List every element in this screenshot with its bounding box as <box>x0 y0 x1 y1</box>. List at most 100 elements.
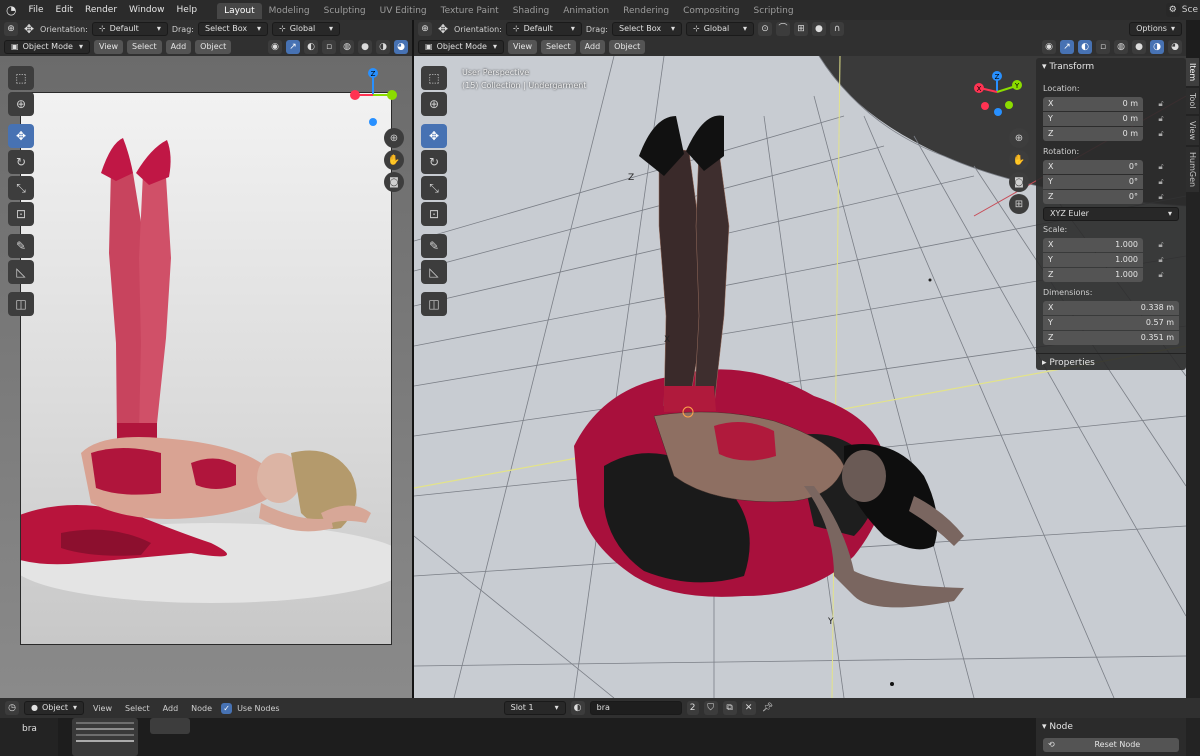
gizmo-toggle-icon[interactable]: ↗ <box>1060 40 1074 54</box>
select-menu[interactable]: Select <box>126 40 162 54</box>
transform-orientation-dropdown[interactable]: ⊹ Global ▾ <box>685 22 754 36</box>
pan-hand-icon[interactable]: ✋ <box>1009 150 1029 170</box>
menu-window[interactable]: Window <box>123 0 171 20</box>
workspace-tab-layout[interactable]: Layout <box>217 3 262 19</box>
workspace-tab-uv-editing[interactable]: UV Editing <box>373 3 434 19</box>
scale-y-field[interactable]: Y 1.000 <box>1043 252 1143 267</box>
xray-toggle-icon[interactable]: ▫ <box>322 40 336 54</box>
workspace-tab-sculpting[interactable]: Sculpting <box>317 3 373 19</box>
properties-panel-header[interactable]: ▸ Properties <box>1036 353 1186 371</box>
view-menu[interactable]: View <box>94 40 123 54</box>
scale-tool-icon[interactable]: ⤡ <box>421 176 447 200</box>
workspace-tab-modeling[interactable]: Modeling <box>262 3 317 19</box>
solid-shading-icon[interactable]: ● <box>1132 40 1146 54</box>
scale-tool-icon[interactable]: ⤡ <box>8 176 34 200</box>
blender-logo-icon[interactable]: ◔ <box>0 0 22 20</box>
tab-humgen[interactable]: HumGen <box>1186 146 1199 192</box>
move-gizmo-icon[interactable]: ✥ <box>22 22 36 36</box>
use-nodes-checkbox[interactable]: ✓ <box>221 702 233 714</box>
move-tool-icon[interactable]: ✥ <box>8 124 34 148</box>
node-editor-area[interactable]: bra ▾ Node ⟲ Reset Node <box>0 718 1200 756</box>
unlink-material-icon[interactable]: ✕ <box>741 701 756 715</box>
add-menu[interactable]: Add <box>165 40 192 54</box>
view-menu[interactable]: View <box>508 40 537 54</box>
drag-dropdown[interactable]: Select Box ▾ <box>197 22 268 36</box>
visibility-eye-icon[interactable]: ◉ <box>1042 40 1056 54</box>
dimensions-x-field[interactable]: X 0.338 m <box>1043 300 1179 315</box>
annotate-tool-icon[interactable]: ✎ <box>421 234 447 258</box>
left-viewport[interactable]: ⊕ ✥ Orientation: ⊹ Default ▾ Drag: Select … <box>0 20 412 698</box>
drag-dropdown[interactable]: Select Box ▾ <box>611 22 682 36</box>
scene-selector[interactable]: Sce <box>1182 5 1198 15</box>
reset-node-button[interactable]: ⟲ Reset Node <box>1043 738 1179 752</box>
user-count-badge[interactable]: 2 <box>686 701 699 715</box>
lock-icon[interactable]: 🔓︎ <box>1155 162 1167 172</box>
move-gizmo-icon[interactable]: ✥ <box>436 22 450 36</box>
camera-view-icon[interactable]: ◙ <box>1009 172 1029 192</box>
view-menu[interactable]: View <box>89 704 116 713</box>
add-cube-tool-icon[interactable]: ◫ <box>8 292 34 316</box>
mode-dropdown[interactable]: ▣ Object Mode ▾ <box>4 40 90 54</box>
zoom-icon[interactable]: ⊕ <box>384 128 404 148</box>
lock-icon[interactable]: 🔓︎ <box>1155 129 1167 139</box>
workspace-tab-rendering[interactable]: Rendering <box>616 3 676 19</box>
measure-tool-icon[interactable]: ◺ <box>8 260 34 284</box>
tab-tool[interactable]: Tool <box>1186 88 1199 114</box>
lock-icon[interactable]: 🔓︎ <box>1155 99 1167 109</box>
overlay-toggle-icon[interactable]: ◐ <box>304 40 318 54</box>
lock-icon[interactable]: 🔓︎ <box>1155 270 1167 280</box>
material-shading-icon[interactable]: ◑ <box>1150 40 1164 54</box>
editor-type-icon[interactable]: ⊕ <box>418 22 432 36</box>
rotate-tool-icon[interactable]: ↻ <box>421 150 447 174</box>
dimensions-y-field[interactable]: Y 0.57 m <box>1043 315 1179 330</box>
select-menu[interactable]: Select <box>540 40 576 54</box>
menu-edit[interactable]: Edit <box>50 0 79 20</box>
camera-view-icon[interactable]: ◙ <box>384 172 404 192</box>
editor-type-icon[interactable]: ⊕ <box>4 22 18 36</box>
add-menu[interactable]: Add <box>159 704 183 713</box>
solid-shading-icon[interactable]: ● <box>358 40 372 54</box>
location-x-field[interactable]: X 0 m <box>1043 96 1143 111</box>
location-y-field[interactable]: Y 0 m <box>1043 111 1143 126</box>
measure-tool-icon[interactable]: ◺ <box>421 260 447 284</box>
orientation-dropdown[interactable]: ⊹ Default ▾ <box>91 22 168 36</box>
object-menu[interactable]: Object <box>609 40 646 54</box>
transform-tool-icon[interactable]: ⊡ <box>421 202 447 226</box>
rotation-mode-dropdown[interactable]: XYZ Euler ▾ <box>1043 206 1179 221</box>
material-name-field[interactable]: bra <box>589 701 682 715</box>
navigation-gizmo[interactable]: Z <box>346 66 406 126</box>
xray-toggle-icon[interactable]: ▫ <box>1096 40 1110 54</box>
workspace-tab-animation[interactable]: Animation <box>556 3 616 19</box>
pivot-point-icon[interactable]: ⊙ <box>757 22 772 36</box>
snap-toggle-icon[interactable]: ⌒ <box>775 22 790 36</box>
visibility-eye-icon[interactable]: ◉ <box>268 40 282 54</box>
transform-panel-header[interactable]: ▾ Transform <box>1036 58 1186 76</box>
zoom-icon[interactable]: ⊕ <box>1009 128 1029 148</box>
material-shading-icon[interactable]: ◑ <box>376 40 390 54</box>
object-menu[interactable]: Object <box>195 40 232 54</box>
scale-z-field[interactable]: Z 1.000 <box>1043 267 1143 282</box>
scale-x-field[interactable]: X 1.000 <box>1043 237 1143 252</box>
menu-help[interactable]: Help <box>171 0 204 20</box>
rendered-shading-icon[interactable]: ◕ <box>394 40 408 54</box>
pin-icon[interactable]: 📌︎ <box>761 701 775 715</box>
location-z-field[interactable]: Z 0 m <box>1043 126 1143 141</box>
lock-icon[interactable]: 🔓︎ <box>1155 177 1167 187</box>
workspace-tab-shading[interactable]: Shading <box>506 3 557 19</box>
cursor-tool-icon[interactable]: ⊕ <box>421 92 447 116</box>
workspace-tab-scripting[interactable]: Scripting <box>747 3 801 19</box>
rotation-x-field[interactable]: X 0° <box>1043 159 1143 174</box>
rotation-y-field[interactable]: Y 0° <box>1043 174 1143 189</box>
menu-render[interactable]: Render <box>79 0 123 20</box>
lock-icon[interactable]: 🔓︎ <box>1155 192 1167 202</box>
lock-icon[interactable]: 🔓︎ <box>1155 255 1167 265</box>
node-panel-header[interactable]: ▾ Node <box>1036 718 1186 736</box>
lock-icon[interactable]: 🔓︎ <box>1155 240 1167 250</box>
workspace-tab-compositing[interactable]: Compositing <box>676 3 746 19</box>
rotate-tool-icon[interactable]: ↻ <box>8 150 34 174</box>
node-menu[interactable]: Node <box>187 704 216 713</box>
orientation-dropdown[interactable]: ⊹ Default ▾ <box>505 22 582 36</box>
mode-dropdown[interactable]: ▣ Object Mode ▾ <box>418 40 504 54</box>
menu-file[interactable]: File <box>22 0 49 20</box>
select-tool-icon[interactable]: ⬚ <box>8 66 34 90</box>
